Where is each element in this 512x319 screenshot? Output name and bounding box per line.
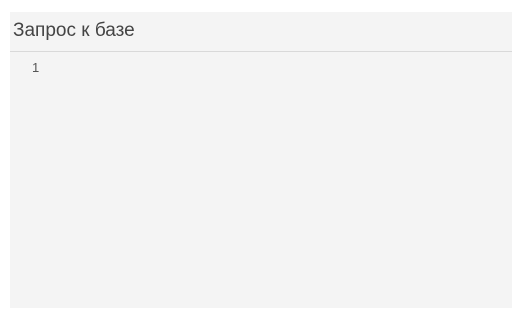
panel-header: Запрос к базе	[10, 12, 512, 52]
editor-line: 1	[10, 52, 512, 79]
query-editor[interactable]: 1	[10, 52, 512, 308]
panel-title: Запрос к базе	[13, 20, 135, 41]
query-panel: Запрос к базе 1	[10, 12, 512, 308]
line-content[interactable]	[42, 61, 512, 79]
line-number: 1	[32, 60, 40, 75]
